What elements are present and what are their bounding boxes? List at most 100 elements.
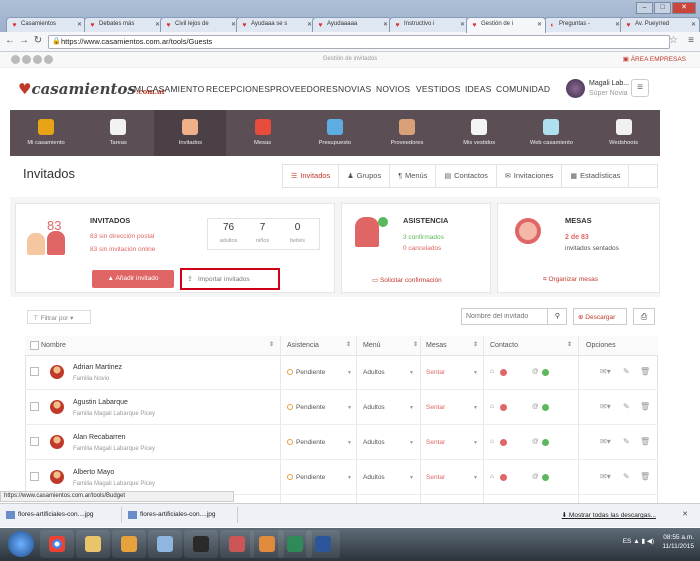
chevron-down-icon[interactable]: ▼ [473, 370, 478, 376]
nav-link[interactable]: RECEPCIONES [206, 84, 270, 94]
language-indicator[interactable]: ES [623, 538, 632, 545]
view-tab[interactable]: ✉ Invitaciones [497, 165, 563, 187]
envelope-icon[interactable]: ✉▾ [600, 472, 611, 481]
chevron-down-icon[interactable]: ▼ [347, 370, 352, 376]
tool-item[interactable]: Invitados [154, 110, 227, 156]
user-name[interactable]: Magali Lab... [589, 80, 629, 87]
search-icon[interactable]: ⚲ [547, 308, 567, 325]
chevron-down-icon[interactable]: ▼ [409, 440, 414, 446]
nav-link[interactable]: MI CASAMIENTO [134, 84, 204, 94]
add-guest-button[interactable]: ▲ Añadir invitado [92, 270, 174, 288]
confirmed-count[interactable]: 3 confirmados [403, 234, 444, 241]
paint-taskbar-icon[interactable] [220, 530, 254, 558]
browser-menu-icon[interactable]: ≡ [688, 35, 694, 46]
email-icon[interactable]: @ [532, 473, 539, 480]
close-tab-icon[interactable]: ✕ [383, 21, 388, 28]
cancelled-count[interactable]: 0 cancelados [403, 245, 441, 252]
edit-icon[interactable]: ✎ [623, 367, 630, 376]
volume-icon[interactable]: ◀) [647, 538, 654, 545]
menu-select[interactable]: Adultos [363, 474, 385, 481]
no-invite-link[interactable]: 83 sin invitación online [90, 246, 155, 253]
clock[interactable]: 08:55 a.m. 11/11/2015 [662, 533, 694, 551]
envelope-icon[interactable]: ✉▾ [600, 402, 611, 411]
chevron-down-icon[interactable]: ▼ [473, 475, 478, 481]
browser-tab[interactable]: ◐ Preguntas - ✕ [544, 17, 624, 32]
row-checkbox[interactable] [30, 472, 39, 481]
guest-name[interactable]: Adrian Martinez [73, 364, 122, 371]
table-select[interactable]: Sentar [426, 404, 445, 411]
tool-item[interactable]: Mis vestidos [443, 110, 515, 156]
browser-tab[interactable]: ♥ Casamientos ✕ [6, 17, 86, 32]
request-confirmation-link[interactable]: ▭ Solicitar confirmación [372, 276, 442, 284]
start-button[interactable] [8, 531, 34, 557]
sort-icon[interactable]: ⇕ [473, 341, 478, 348]
show-all-downloads-link[interactable]: ⬇ Mostrar todas las descargas... [562, 511, 656, 519]
chevron-down-icon[interactable]: ▼ [409, 370, 414, 376]
email-icon[interactable]: @ [532, 438, 539, 445]
sort-icon[interactable]: ⇕ [413, 341, 418, 348]
tool-item[interactable]: Mi casamiento [10, 110, 82, 156]
menu-select[interactable]: Adultos [363, 439, 385, 446]
chevron-down-icon[interactable]: ▼ [347, 475, 352, 481]
email-icon[interactable]: @ [532, 403, 539, 410]
sort-icon[interactable]: ⇕ [269, 341, 274, 348]
view-tab[interactable]: ♟ Grupos [339, 165, 391, 187]
forward-icon[interactable]: → [18, 35, 30, 46]
nav-link[interactable]: IDEAS [465, 84, 492, 94]
guest-name[interactable]: Alberto Mayo [73, 469, 114, 476]
close-tab-icon[interactable]: ✕ [460, 21, 465, 28]
close-icon[interactable]: ✕ [672, 2, 696, 14]
nav-link[interactable]: NOVIOS [376, 84, 410, 94]
attendance-select[interactable]: Pendiente [287, 369, 325, 376]
edit-icon[interactable]: ✎ [623, 402, 630, 411]
view-tab[interactable]: ¶ Menús [390, 165, 437, 187]
attendance-select[interactable]: Pendiente [287, 404, 325, 411]
browser-tab[interactable]: ♥ Ayudaaa se s ✕ [236, 17, 316, 32]
email-icon[interactable]: @ [532, 368, 539, 375]
download-item[interactable]: flores-artificiales-con....jpg [4, 507, 122, 523]
attendance-select[interactable]: Pendiente [287, 439, 325, 446]
col-name[interactable]: Nombre [41, 342, 66, 349]
close-tab-icon[interactable]: ✕ [537, 21, 542, 28]
user-menu-icon[interactable]: ≡ [631, 79, 649, 97]
organize-tables-link[interactable]: ⌗ Organizar mesas [543, 276, 598, 284]
trash-icon[interactable]: 🗑 [640, 367, 650, 376]
attendance-select[interactable]: Pendiente [287, 474, 325, 481]
minimize-icon[interactable]: – [636, 2, 653, 14]
envelope-icon[interactable]: ✉▾ [600, 367, 611, 376]
bookmark-star-icon[interactable]: ☆ [669, 35, 678, 46]
sort-icon[interactable]: ⇕ [346, 341, 351, 348]
select-all-checkbox[interactable] [30, 341, 39, 350]
maximize-icon[interactable]: □ [654, 2, 671, 14]
tool-item[interactable]: Tareas [82, 110, 154, 156]
print-icon[interactable]: ⎙ [633, 308, 655, 325]
trash-icon[interactable]: 🗑 [640, 472, 650, 481]
guest-name[interactable]: Agustin Labarque [73, 399, 128, 406]
table-select[interactable]: Sentar [426, 369, 445, 376]
nav-link[interactable]: VESTIDOS [416, 84, 461, 94]
col-tables[interactable]: Mesas [426, 342, 447, 349]
chevron-down-icon[interactable]: ▼ [473, 405, 478, 411]
sort-icon[interactable]: ⇕ [567, 341, 572, 348]
address-bar[interactable]: 🔒 https://www.casamientos.com.ar/tools/G… [48, 35, 670, 49]
nav-link[interactable]: COMUNIDAD [496, 84, 550, 94]
row-checkbox[interactable] [30, 437, 39, 446]
browser-tab[interactable]: ♥ Civil lejos de ✕ [160, 17, 240, 32]
table-select[interactable]: Sentar [426, 474, 445, 481]
view-tab[interactable]: ▤ Contactos [436, 165, 497, 187]
browser-tab[interactable]: ♥ Instructivo i ✕ [389, 17, 469, 32]
messenger-taskbar-icon[interactable] [148, 530, 182, 558]
close-tab-icon[interactable]: ✕ [77, 21, 82, 28]
tool-item[interactable]: Web casamiento [515, 110, 587, 156]
menu-select[interactable]: Adultos [363, 369, 385, 376]
chevron-down-icon[interactable]: ▼ [347, 440, 352, 446]
menu-select[interactable]: Adultos [363, 404, 385, 411]
browser-tab[interactable]: ♥ Ayudaaaaa ✕ [312, 17, 392, 32]
close-downloads-icon[interactable]: ✕ [682, 510, 688, 518]
browser-tab[interactable]: ♥ Av. Pueyrred ✕ [620, 17, 700, 32]
home-icon[interactable]: ⌂ [490, 368, 494, 375]
home-icon[interactable]: ⌂ [490, 438, 494, 445]
area-empresas-link[interactable]: ▣ ÁREA EMPRESAS [623, 55, 686, 63]
col-attendance[interactable]: Asistencia [287, 342, 319, 349]
close-tab-icon[interactable]: ✕ [691, 21, 696, 28]
